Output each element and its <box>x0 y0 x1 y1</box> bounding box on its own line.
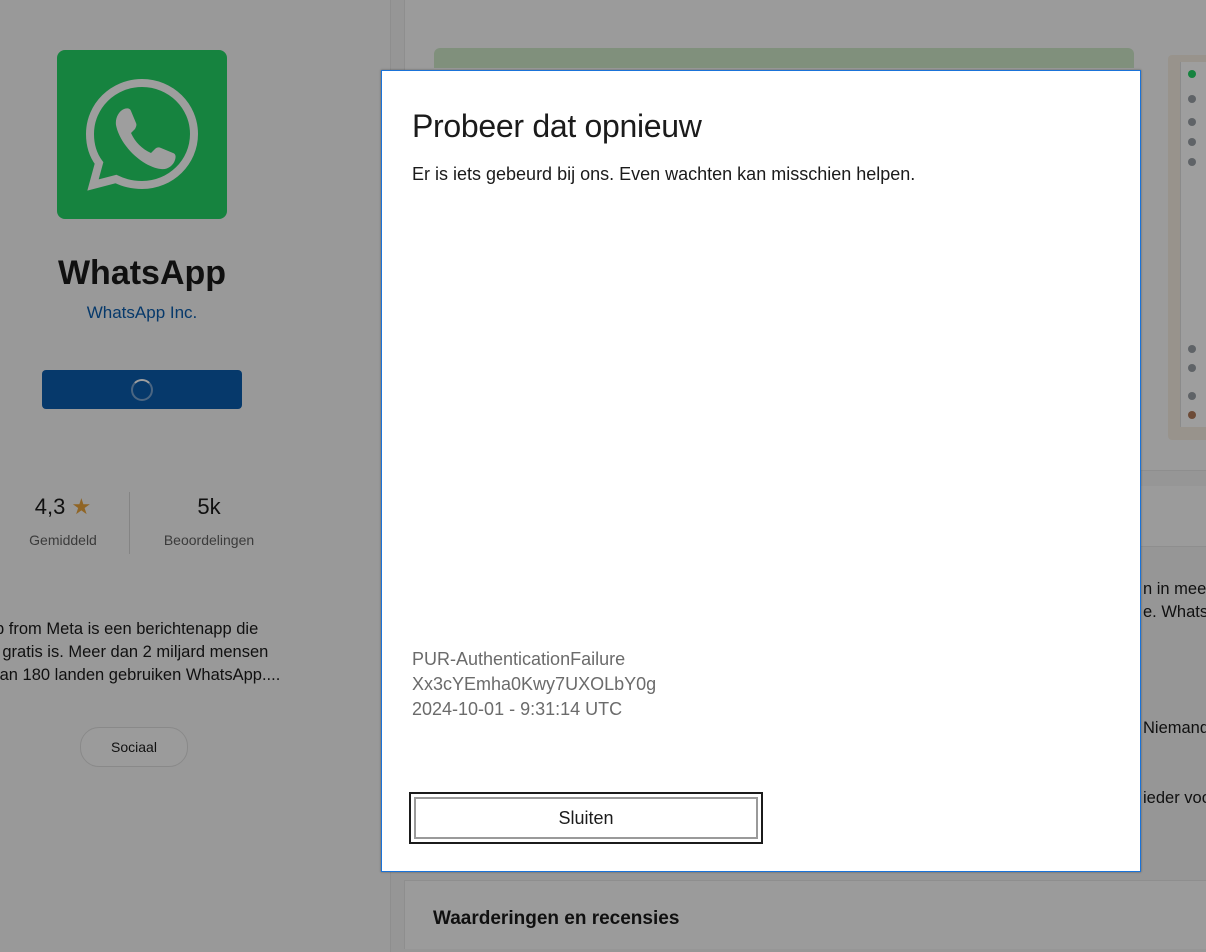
error-details: PUR-AuthenticationFailure Xx3cYEmha0Kwy7… <box>412 647 656 722</box>
error-code: PUR-AuthenticationFailure <box>412 649 626 669</box>
correlation-id: Xx3cYEmha0Kwy7UXOLbY0g <box>412 674 657 694</box>
close-button-label: Sluiten <box>414 797 758 839</box>
close-button[interactable]: Sluiten <box>409 792 763 844</box>
error-dialog: Probeer dat opnieuw Er is iets gebeurd b… <box>381 70 1141 872</box>
dialog-title: Probeer dat opnieuw <box>412 108 702 144</box>
dialog-message: Er is iets gebeurd bij ons. Even wachten… <box>412 164 916 184</box>
error-timestamp: 2024-10-01 - 9:31:14 UTC <box>412 699 623 719</box>
